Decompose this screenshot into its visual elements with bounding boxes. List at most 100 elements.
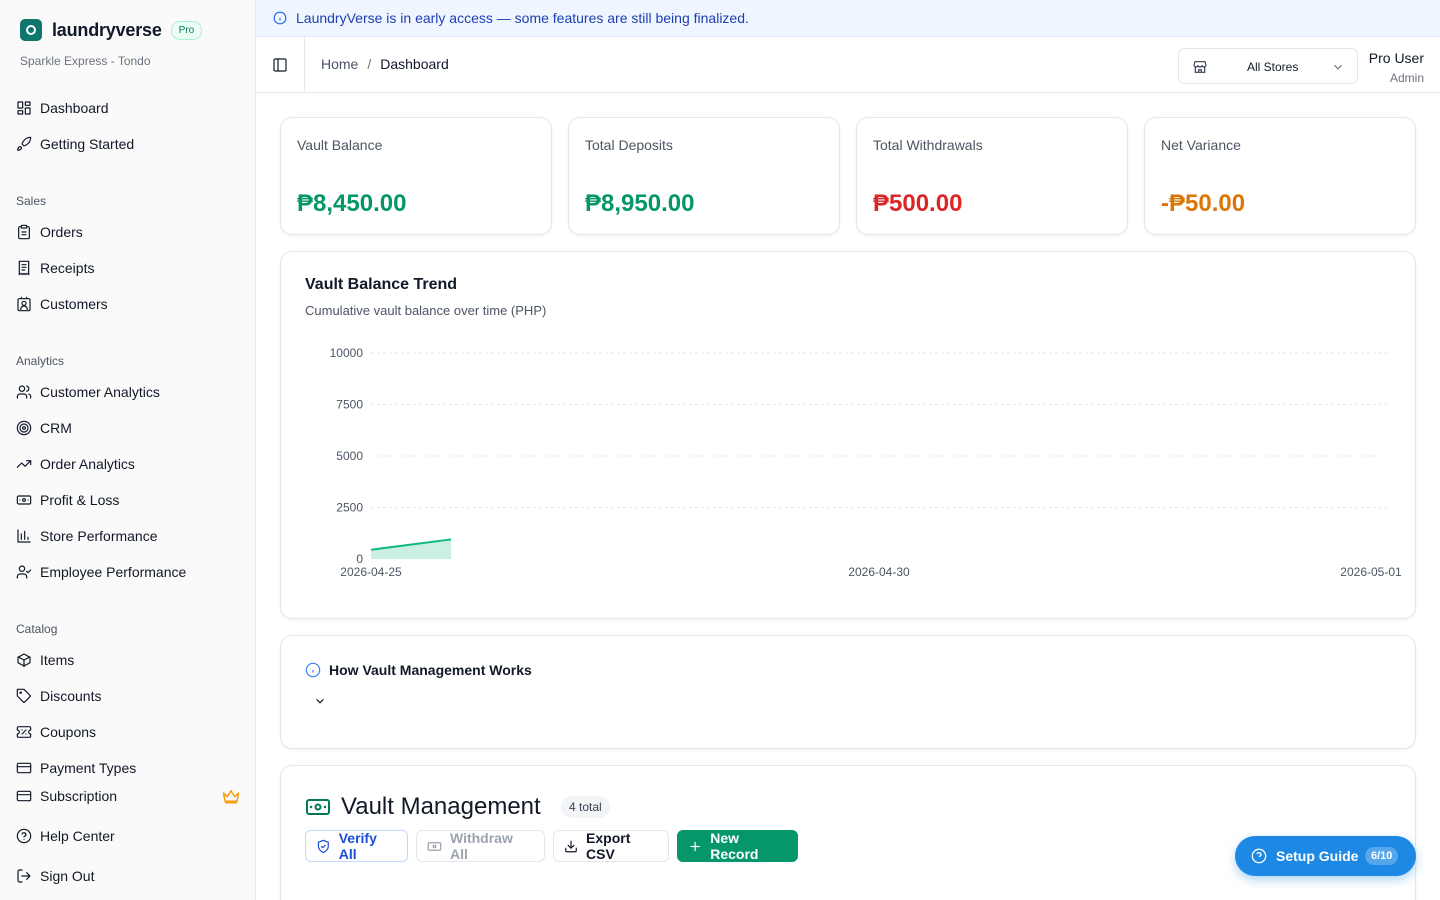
top-header: Home / Dashboard All Stores Pro User Adm… — [256, 37, 1440, 93]
crown-icon — [222, 790, 240, 804]
download-icon — [565, 840, 577, 852]
stat-card-vault-balance: Vault Balance ₱8,450.00 — [280, 117, 552, 235]
sidebar-toggle-button[interactable] — [256, 37, 305, 92]
sidebar-item-payment-types[interactable]: Payment Types — [16, 756, 136, 780]
sidebar-item-orders[interactable]: Orders — [16, 220, 83, 244]
package-icon — [17, 653, 31, 668]
info-icon — [273, 11, 287, 25]
panel-left-icon — [273, 57, 287, 72]
withdraw-all-button[interactable]: Withdraw All — [416, 830, 545, 862]
banknote-icon — [427, 841, 442, 851]
brand-name: laundryverse — [52, 19, 162, 40]
setup-guide-button[interactable]: Setup Guide 6/10 — [1235, 836, 1416, 876]
sidebar-item-dashboard[interactable]: Dashboard — [16, 96, 109, 120]
brand[interactable]: laundryverse Pro — [20, 19, 203, 41]
sidebar-item-customers[interactable]: Customers — [16, 292, 108, 316]
sidebar-item-label: Items — [40, 652, 75, 668]
vault-management-card: Vault Management 4 total Verify All With… — [280, 765, 1416, 900]
sidebar-item-label: Customers — [40, 296, 108, 312]
sidebar-item-coupons[interactable]: Coupons — [16, 720, 96, 744]
sidebar-item-label: Store Performance — [40, 528, 158, 544]
sidebar: laundryverse Pro Sparkle Express - Tondo… — [0, 0, 256, 900]
users-icon — [16, 385, 32, 399]
sidebar-item-receipts[interactable]: Receipts — [16, 256, 94, 280]
sidebar-item-subscription[interactable]: Subscription — [16, 784, 117, 808]
breadcrumb-separator: / — [367, 56, 372, 72]
sidebar-item-items[interactable]: Items — [16, 648, 74, 672]
bar-chart-icon — [17, 529, 31, 543]
sidebar-item-help-center[interactable]: Help Center — [16, 824, 115, 848]
receipt-icon — [18, 260, 30, 276]
stat-value: ₱8,950.00 — [585, 190, 695, 217]
trend-icon — [16, 460, 32, 468]
record-count-badge: 4 total — [561, 796, 610, 818]
chevron-down-icon[interactable] — [313, 694, 327, 708]
stat-card-total-withdrawals: Total Withdrawals ₱500.00 — [856, 117, 1128, 235]
card-icon — [16, 790, 32, 802]
sidebar-item-label: Customer Analytics — [40, 384, 160, 400]
sidebar-item-discounts[interactable]: Discounts — [16, 684, 101, 708]
store-icon — [1193, 61, 1207, 73]
trend-area — [371, 539, 451, 559]
contact-icon — [17, 296, 31, 312]
help-icon — [16, 828, 32, 844]
stat-value: ₱500.00 — [873, 190, 963, 217]
verify-all-button[interactable]: Verify All — [305, 830, 408, 862]
stat-value: -₱50.00 — [1161, 190, 1246, 217]
sidebar-item-crm[interactable]: CRM — [16, 416, 72, 440]
sidebar-item-label: Dashboard — [40, 100, 109, 116]
nav-section-sales: Sales — [16, 194, 47, 208]
new-record-label: New Record — [710, 830, 759, 862]
plus-icon — [690, 841, 700, 851]
target-icon — [16, 420, 32, 436]
setup-guide-label: Setup Guide — [1276, 848, 1359, 864]
withdraw-all-label: Withdraw All — [449, 830, 513, 862]
sidebar-item-label: Employee Performance — [40, 564, 187, 580]
store-select[interactable]: All Stores — [1178, 48, 1358, 84]
sidebar-item-order-analytics[interactable]: Order Analytics — [16, 452, 135, 476]
export-csv-label: Export CSV — [586, 830, 631, 862]
y-tick-label: 2500 — [336, 501, 363, 515]
sidebar-item-label: Sign Out — [40, 868, 95, 884]
store-select-value: All Stores — [1247, 60, 1299, 74]
shield-check-icon — [317, 839, 329, 853]
sidebar-item-getting-started[interactable]: Getting Started — [16, 132, 134, 156]
breadcrumb: Home / Dashboard — [321, 56, 449, 72]
how-vault-works-card[interactable]: How Vault Management Works — [280, 635, 1416, 749]
y-tick-label: 7500 — [336, 398, 363, 412]
banknote-icon — [16, 495, 32, 505]
tag-icon — [16, 688, 31, 703]
chart-subtitle: Cumulative vault balance over time (PHP) — [305, 303, 547, 318]
user-role: Admin — [1389, 71, 1424, 85]
clipboard-icon — [18, 224, 30, 240]
ticket-icon — [16, 726, 32, 738]
x-tick-label: 2026-05-01 — [1340, 565, 1402, 579]
sidebar-item-label: CRM — [40, 420, 72, 436]
user-check-icon — [16, 565, 32, 579]
card-icon — [16, 762, 32, 774]
sidebar-item-label: Getting Started — [40, 136, 135, 152]
sidebar-item-label: Receipts — [40, 260, 95, 276]
sidebar-item-label: Order Analytics — [40, 456, 135, 472]
sidebar-item-store-performance[interactable]: Store Performance — [16, 524, 158, 548]
y-tick-label: 0 — [356, 552, 363, 566]
info-icon — [305, 662, 321, 678]
sidebar-item-profit-loss[interactable]: Profit & Loss — [16, 488, 119, 512]
sidebar-item-customer-analytics[interactable]: Customer Analytics — [16, 380, 160, 404]
vault-management-title: Vault Management — [341, 793, 541, 820]
banknote-icon — [306, 799, 330, 815]
export-csv-button[interactable]: Export CSV — [553, 830, 669, 862]
logout-icon — [17, 869, 31, 883]
sidebar-item-label: Coupons — [40, 724, 97, 740]
y-tick-label: 5000 — [336, 449, 363, 463]
sidebar-item-label: Help Center — [40, 828, 115, 844]
help-icon — [1251, 848, 1267, 864]
user-name[interactable]: Pro User — [1369, 50, 1424, 66]
plan-badge: Pro — [170, 20, 203, 40]
sidebar-item-sign-out[interactable]: Sign Out — [16, 864, 94, 888]
store-name: Sparkle Express - Tondo — [20, 54, 151, 68]
breadcrumb-home-link[interactable]: Home — [321, 56, 358, 72]
new-record-button[interactable]: New Record — [677, 830, 798, 862]
how-vault-works-title: How Vault Management Works — [329, 662, 532, 678]
sidebar-item-employee-performance[interactable]: Employee Performance — [16, 560, 186, 584]
